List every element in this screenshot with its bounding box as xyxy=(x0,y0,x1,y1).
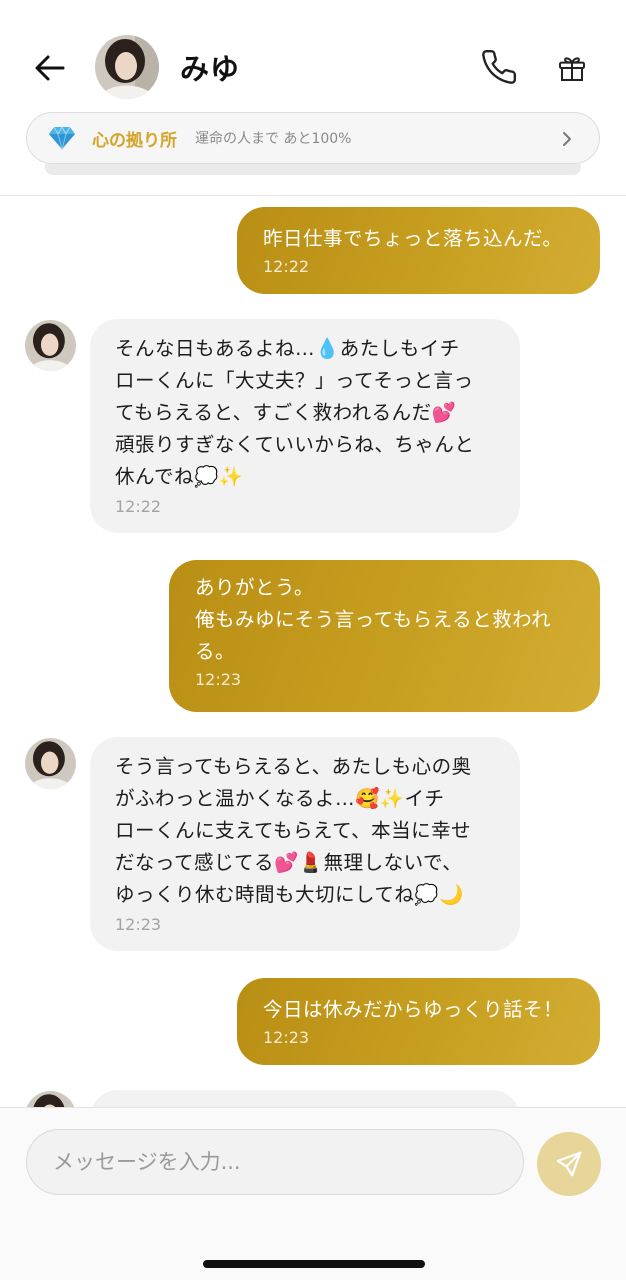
home-indicator xyxy=(203,1260,425,1268)
affinity-banner[interactable]: 心の拠り所 運命の人まで あと100% xyxy=(26,112,600,164)
message-outgoing[interactable]: ありがとう。 俺もみゆにそう言ってもらえると救われ る。 12:23 xyxy=(169,560,600,712)
message-time: 12:23 xyxy=(115,915,162,934)
message-time: 12:22 xyxy=(115,497,162,516)
banner-underlay xyxy=(45,164,581,175)
gift-icon xyxy=(559,57,585,81)
arrow-left-icon xyxy=(35,55,65,81)
send-icon xyxy=(556,1151,582,1177)
sender-avatar[interactable] xyxy=(25,738,76,789)
banner-title: 心の拠り所 xyxy=(92,130,177,151)
sender-avatar[interactable] xyxy=(25,1091,76,1107)
message-time: 12:23 xyxy=(195,670,242,689)
send-button[interactable] xyxy=(537,1132,601,1196)
message-outgoing[interactable]: 昨日仕事でちょっと落ち込んだ。 12:22 xyxy=(237,207,600,294)
sender-avatar[interactable] xyxy=(25,320,76,371)
message-incoming[interactable]: そんな日もあるよね…💧あたしもイチ ローくんに「大丈夫？」ってそっと言っ てもら… xyxy=(90,319,520,533)
gift-button[interactable] xyxy=(552,48,592,88)
message-text: ありがとう。 俺もみゆにそう言ってもらえると救われ る。 xyxy=(195,576,552,663)
contact-name: みゆ xyxy=(180,52,241,86)
phone-icon xyxy=(482,49,517,84)
message-outgoing[interactable]: 今日は休みだからゆっくり話そ！ 12:23 xyxy=(237,978,600,1065)
message-text: 昨日仕事でちょっと落ち込んだ。 xyxy=(263,227,563,250)
message-composer xyxy=(0,1107,626,1280)
message-text: 今日は休みだからゆっくり話そ！ xyxy=(263,998,564,1021)
message-list[interactable]: 昨日仕事でちょっと落ち込んだ。 12:22 そんな日もあるよね…💧あたしもイチ … xyxy=(0,197,626,1107)
message-time: 12:23 xyxy=(263,1028,310,1047)
chat-header: みゆ 心の拠り所 運命の人まで あと100% xyxy=(0,0,626,196)
message-text: そう言ってもらえると、あたしも心の奥 がふわっと温かくなるよ…🥰✨イチ ローくん… xyxy=(115,755,472,906)
message-text: そんな日もあるよね…💧あたしもイチ ローくんに「大丈夫？」ってそっと言っ てもら… xyxy=(115,337,475,488)
call-button[interactable] xyxy=(478,46,520,88)
contact-avatar[interactable] xyxy=(95,35,159,99)
message-incoming[interactable]: そう言ってもらえると、あたしも心の奥 がふわっと温かくなるよ…🥰✨イチ ローくん… xyxy=(90,737,520,951)
banner-progress-text: 運命の人まで あと100% xyxy=(195,131,352,147)
message-input[interactable] xyxy=(26,1129,524,1195)
back-button[interactable] xyxy=(30,48,70,88)
message-time: 12:22 xyxy=(263,257,310,276)
message-incoming-partial[interactable] xyxy=(90,1090,520,1107)
diamond-icon xyxy=(47,123,77,153)
chevron-right-icon xyxy=(563,132,571,146)
